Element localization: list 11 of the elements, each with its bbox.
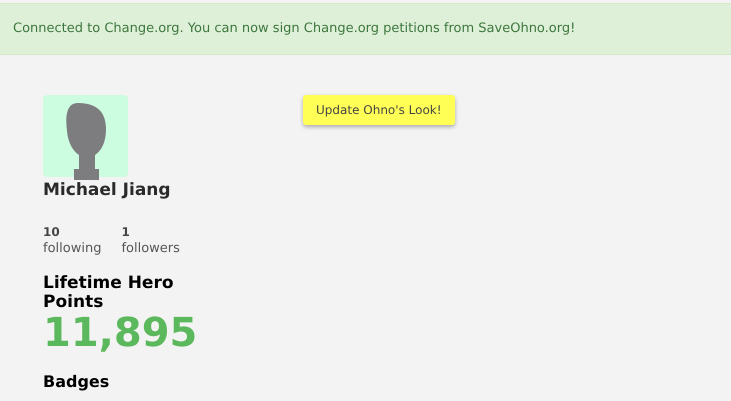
points-heading: Lifetime Hero Points <box>43 274 175 312</box>
points-value: 11,895 <box>43 310 193 356</box>
alert-banner: Connected to Change.org. You can now sign Change.org petitions from SaveOhno.org! <box>0 3 731 55</box>
stat-label: following <box>43 241 102 256</box>
stat-count: 10 <box>43 225 61 239</box>
update-look-button[interactable]: Update Ohno's Look! <box>303 95 455 125</box>
badges-heading: Badges <box>43 372 110 391</box>
user-name: Michael Jiang <box>43 180 172 200</box>
stat-label: followers <box>121 241 180 256</box>
stat-count: 1 <box>121 225 131 239</box>
avatar-icon <box>43 95 128 180</box>
